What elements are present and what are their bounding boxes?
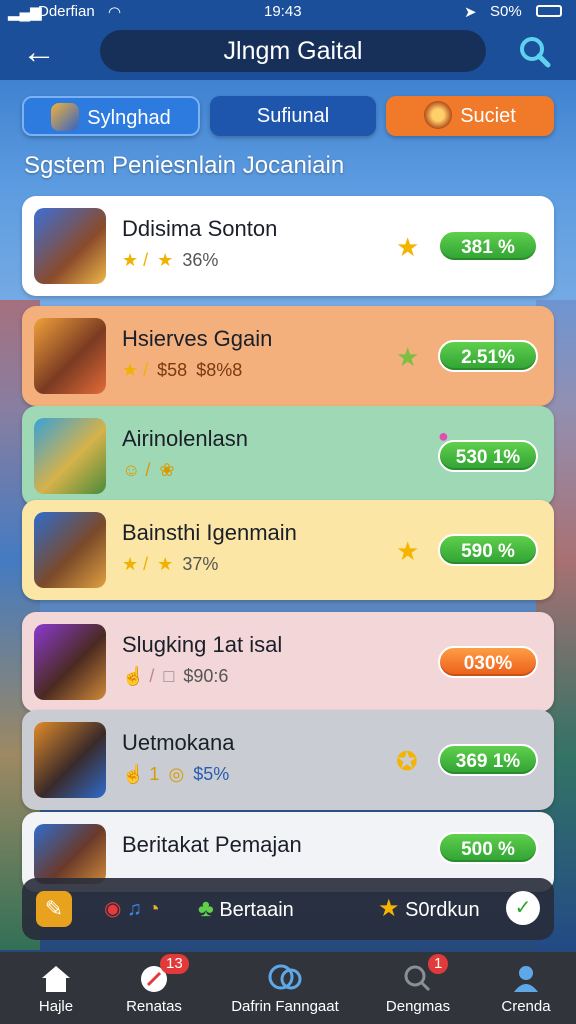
avatar (34, 512, 106, 588)
score-badge: 530 1% (438, 440, 538, 472)
battery-label: S0% (490, 3, 522, 20)
player-meta: ☝ / □ $90:6 (122, 666, 229, 686)
chat-icon (268, 964, 302, 990)
signal-icon: ▂▄▆ (8, 4, 42, 21)
player-name: Beritakat Pemajan (122, 832, 302, 857)
score-badge: 500 % (438, 832, 538, 864)
tab-label: Sufiunal (256, 105, 330, 127)
wifi-icon: ◠ (108, 4, 122, 21)
time-label: 19:43 (264, 3, 302, 20)
avatar (34, 824, 106, 884)
player-meta: ★ / ★ 37% (122, 554, 219, 574)
nav-dafrin-fanngaat[interactable]: Dafrin Fanngaat (210, 952, 360, 1024)
avatar (34, 418, 106, 494)
sordkun-button[interactable]: ★ S0rdkun (378, 891, 508, 927)
medal-icon (424, 100, 453, 129)
score-badge: 369 1% (438, 744, 538, 776)
section-title: Sgstem Peniesnlain Jocaniain (24, 152, 345, 179)
search-button[interactable] (514, 32, 556, 72)
tab-sylnghad[interactable]: Sylnghad (22, 96, 200, 136)
bertaain-button[interactable]: ♣ Bertaain (198, 891, 338, 927)
back-arrow-icon: ← (22, 33, 56, 71)
record-icon: ◉ (104, 898, 122, 920)
check-button[interactable]: ✓ (506, 891, 540, 925)
music-icon: ♫ (127, 898, 143, 920)
nav-crenda[interactable]: Crenda (470, 952, 576, 1024)
star-icon: ★ (396, 536, 420, 566)
list-item[interactable]: Bainsthi Igenmain ★ / ★ 37% ★ 590 % (22, 500, 554, 600)
battery-icon (536, 5, 562, 17)
page-title: Jlngm Gaital (100, 30, 486, 72)
list-item[interactable]: Hsierves Ggain ★ / $58 $8%8 ★ 2.51% (22, 306, 554, 406)
avatar (34, 722, 106, 798)
player-meta: ☝ 1 ◎ $5% (122, 764, 230, 784)
bottom-nav: Hajle 13 Renatas Dafrin Fanngaat 1 Dengm… (0, 952, 576, 1024)
trophy-icon (51, 102, 80, 131)
tab-sufiunal[interactable]: Sufiunal (210, 96, 376, 136)
player-name: Hsierves Ggain (122, 326, 273, 351)
pencil-icon: ✎ (44, 896, 64, 921)
avatar (34, 624, 106, 700)
player-meta: ☺ / ❀ (122, 460, 175, 480)
nav-renatas[interactable]: 13 Renatas (98, 952, 210, 1024)
tab-suciet[interactable]: Suciet (386, 96, 554, 136)
clover-icon: ♣ (198, 895, 214, 922)
score-badge: 590 % (438, 534, 538, 566)
location-icon: ➤ (464, 4, 477, 21)
tab-label: Sylnghad (87, 107, 171, 129)
player-meta: ★ / ★ 36% (122, 250, 219, 270)
carrier-label: Dderfian (38, 3, 95, 20)
edit-button[interactable]: ✎ (36, 891, 72, 927)
action-tray: ✎ ◉ ♫ ◔ ♣ Bertaain ★ S0rdkun ✓ (22, 878, 554, 940)
list-item[interactable]: Airinolenlasn ☺ / ❀ ● 530 1% (22, 406, 554, 506)
list-item[interactable]: Slugking 1at isal ☝ / □ $90:6 030% (22, 612, 554, 712)
player-name: Uetmokana (122, 730, 235, 755)
list-item[interactable]: Uetmokana ☝ 1 ◎ $5% ✪ 369 1% (22, 710, 554, 810)
avatar (34, 318, 106, 394)
avatar (34, 208, 106, 284)
list-item[interactable]: Ddisima Sonton ★ / ★ 36% ★ 381 % (22, 196, 554, 296)
app-header: ← Jlngm Gaital (0, 24, 576, 80)
player-meta: ★ / $58 $8%8 (122, 360, 243, 380)
player-name: Bainsthi Igenmain (122, 520, 297, 545)
notification-badge: 1 (428, 954, 449, 974)
notification-badge: 13 (160, 954, 189, 974)
nav-home[interactable]: Hajle (0, 952, 112, 1024)
score-badge: 381 % (438, 230, 538, 262)
back-button[interactable]: ← (18, 32, 60, 72)
search-icon (520, 37, 551, 68)
check-icon: ✓ (514, 897, 532, 919)
star-icon: ★ (396, 232, 420, 262)
home-icon (42, 966, 70, 992)
nav-dengmas[interactable]: 1 Dengmas (362, 952, 474, 1024)
player-name: Ddisima Sonton (122, 216, 278, 241)
star-icon: ★ (396, 342, 420, 372)
status-bar: ▂▄▆ Dderfian ◠ 19:43 ➤ S0% (0, 0, 576, 24)
tab-label: Suciet (460, 105, 516, 127)
score-badge: 030% (438, 646, 538, 678)
score-badge: 2.51% (438, 340, 538, 372)
star-icon: ★ (378, 895, 400, 922)
profile-icon (514, 966, 538, 992)
star-icon: ✪ (396, 746, 418, 776)
clock-icon: ◔ (147, 898, 160, 920)
player-name: Airinolenlasn (122, 426, 248, 451)
reaction-group[interactable]: ◉ ♫ ◔ (104, 891, 204, 927)
player-name: Slugking 1at isal (122, 632, 283, 657)
